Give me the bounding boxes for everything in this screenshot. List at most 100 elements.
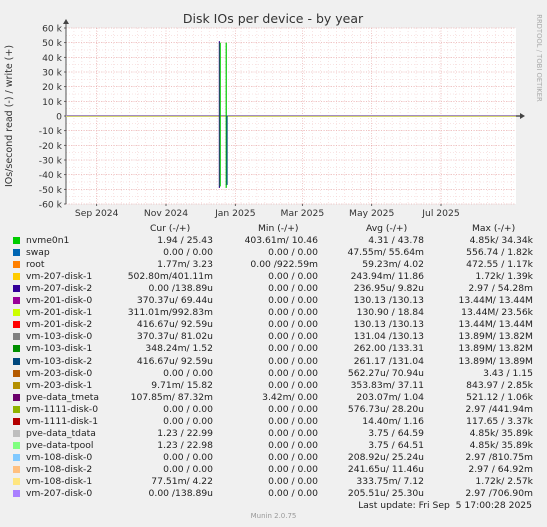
legend-max-value: 13.44M/ 13.44M: [458, 295, 533, 307]
legend-series-name: vm-201-disk-2: [26, 319, 93, 331]
legend-max-value: 2.97 /810.75m: [465, 451, 533, 463]
legend-min-value: 0.00 / 0.00: [268, 415, 318, 427]
legend-min-value: 0.00 /922.59m: [250, 259, 318, 271]
legend-avg-value: 261.17 /131.04: [353, 355, 424, 367]
last-update: Last update: Fri Sep 5 17:00:28 2025: [358, 500, 532, 511]
y-tick-label: 40 k: [42, 53, 63, 64]
legend-min-value: 0.00 / 0.00: [268, 427, 318, 439]
legend-max-value: 472.55 / 1.17k: [466, 259, 533, 271]
x-tick-label: Mar 2025: [281, 208, 325, 219]
legend-header-cur: Cur (-/+): [150, 223, 191, 234]
legend-swatch: [13, 441, 20, 449]
legend-cur-value: 0.00 / 0.00: [163, 403, 213, 415]
legend-cur-value: 107.85m/ 87.32m: [130, 391, 213, 403]
legend-min-value: 0.00 / 0.00: [268, 403, 318, 415]
legend-series-name: vm-103-disk-0: [26, 331, 93, 343]
legend-avg-value: 14.40m/ 1.16: [362, 415, 424, 427]
legend-max-value: 4.85k/ 34.34k: [469, 235, 533, 246]
legend-swatch: [13, 237, 20, 244]
legend-series-name: pve-data_tdata: [26, 427, 96, 439]
legend-row: vm-203-disk-1 9.71m/ 15.82 0.00 / 0.00 353.…: [13, 380, 533, 392]
legend-swatch: [13, 261, 20, 269]
legend-swatch: [13, 381, 20, 389]
legend-row: pve-data_tdata 1.23 / 22.99 0.00 / 0.00 3.7…: [13, 428, 533, 440]
legend-cur-value: 370.37u/ 69.44u: [136, 295, 213, 307]
legend-min-value: 0.00 / 0.00: [268, 307, 318, 319]
legend-swatch: [13, 417, 20, 425]
legend-series-name: vm-207-disk-2: [26, 283, 93, 295]
legend-row: vm-207-disk-2 0.00 /138.89u 0.00 / 0.00 236…: [13, 283, 533, 295]
chart-title: Disk IOs per device - by year: [183, 11, 364, 26]
legend-avg-value: 333.75m/ 7.12: [356, 476, 424, 487]
legend-max-value: 1.72k/ 1.39k: [475, 271, 533, 283]
legend-series-name: vm-103-disk-1: [26, 343, 93, 355]
legend-max-value: 556.74 / 1.82k: [466, 247, 533, 259]
legend-min-value: 0.00 / 0.00: [268, 488, 318, 500]
legend-avg-value: 59.23m/ 4.02: [362, 259, 424, 271]
legend-min-value: 0.00 / 0.00: [268, 295, 318, 307]
legend-cur-value: 77.51m/ 4.22: [151, 476, 213, 487]
legend-swatch: [13, 357, 20, 365]
legend-swatch: [13, 321, 20, 329]
legend-row: root 1.77m/ 3.23 0.00 /922.59m 59.23m/ 4.02…: [13, 259, 533, 271]
y-tick-label: 30 k: [42, 68, 63, 79]
y-tick-label: 20 k: [42, 82, 63, 93]
legend-header-min: Min (-/+): [258, 223, 299, 234]
x-tick-label: Nov 2024: [144, 208, 188, 219]
legend-min-value: 0.00 / 0.00: [268, 355, 318, 367]
legend-cur-value: 0.00 /138.89u: [148, 488, 213, 500]
legend-avg-value: 131.04 /130.13: [353, 331, 424, 343]
legend-max-value: 13.44M/ 13.44M: [458, 319, 533, 331]
legend-min-value: 0.00 / 0.00: [268, 319, 318, 331]
legend-min-value: 0.00 / 0.00: [268, 283, 318, 295]
munin-footer: Munin 2.0.75: [250, 512, 297, 520]
legend-swatch: [13, 478, 20, 485]
legend-avg-value: 562.27u/ 70.94u: [347, 367, 424, 379]
legend-series-name: vm-203-disk-1: [26, 379, 93, 391]
y-tick-label: 60 k: [42, 24, 63, 35]
legend-min-value: 0.00 / 0.00: [268, 476, 318, 487]
legend-max-value: 521.12 / 1.06k: [466, 391, 533, 403]
legend-swatch: [13, 297, 20, 305]
legend-swatch: [13, 369, 20, 377]
legend-series-name: vm-103-disk-2: [26, 355, 93, 367]
legend-row: vm-103-disk-1 348.24m/ 1.52 0.00 / 0.00 262…: [13, 343, 533, 355]
legend-row: pve-data_tmeta 107.85m/ 87.32m 3.42m/ 0.00…: [13, 392, 533, 404]
legend-cur-value: 311.01m/992.83m: [127, 307, 213, 319]
legend-min-value: 0.00 / 0.00: [268, 343, 318, 355]
legend-max-value: 2.97 /441.94m: [465, 403, 533, 415]
legend-min-value: 0.00 / 0.00: [268, 247, 318, 259]
legend-series-name: vm-108-disk-0: [26, 451, 93, 463]
legend-series-name: vm-1111-disk-0: [26, 403, 99, 415]
legend-row: vm-201-disk-2 416.67u/ 92.59u 0.00 / 0.00 1…: [13, 319, 533, 331]
legend-series-name: pve-data-tpool: [26, 439, 94, 451]
legend-header-max: Max (-/+): [472, 223, 516, 234]
legend-series-name: vm-108-disk-1: [26, 476, 93, 487]
legend-series-name: vm-201-disk-0: [26, 295, 93, 307]
legend-series-name: pve-data_tmeta: [26, 391, 99, 403]
legend-cur-value: 0.00 / 0.00: [163, 451, 213, 463]
legend-max-value: 13.89M/ 13.82M: [458, 331, 533, 343]
legend-cur-value: 416.67u/ 92.59u: [136, 319, 213, 331]
legend-swatch: [13, 309, 20, 317]
legend-max-value: 13.44M/ 23.56k: [461, 307, 533, 319]
legend-avg-value: 130.90 / 18.84: [356, 307, 424, 319]
legend-max-value: 2.97 / 54.28m: [468, 283, 533, 295]
y-tick-label: -50 k: [39, 185, 63, 196]
y-tick-label: -30 k: [39, 156, 63, 167]
legend-cur-value: 502.80m/401.11m: [127, 271, 213, 283]
legend-row: nvme0n1 1.94 / 25.43 403.61m/ 10.46 4.31 / …: [13, 235, 533, 247]
y-tick-label: 10 k: [42, 97, 63, 108]
legend-max-value: 2.97 /706.90m: [465, 488, 533, 500]
legend-swatch: [13, 393, 20, 401]
legend-cur-value: 416.67u/ 92.59u: [136, 355, 213, 367]
legend-series-name: root: [26, 259, 45, 271]
legend-avg-value: 3.75 / 64.51: [368, 439, 424, 451]
legend-row: pve-data-tpool 1.23 / 22.98 0.00 / 0.00 3.7…: [13, 440, 533, 452]
legend-header-avg: Avg (-/+): [366, 223, 408, 234]
legend-swatch: [13, 345, 20, 353]
legend-max-value: 13.89M/ 13.89M: [458, 355, 533, 367]
legend-max-value: 2.97 / 64.92m: [468, 463, 533, 475]
legend-row: vm-103-disk-2 416.67u/ 92.59u 0.00 / 0.00 2…: [13, 356, 533, 368]
legend-row: swap 0.00 / 0.00 0.00 / 0.00 47.55m/ 55.64m…: [13, 247, 533, 259]
